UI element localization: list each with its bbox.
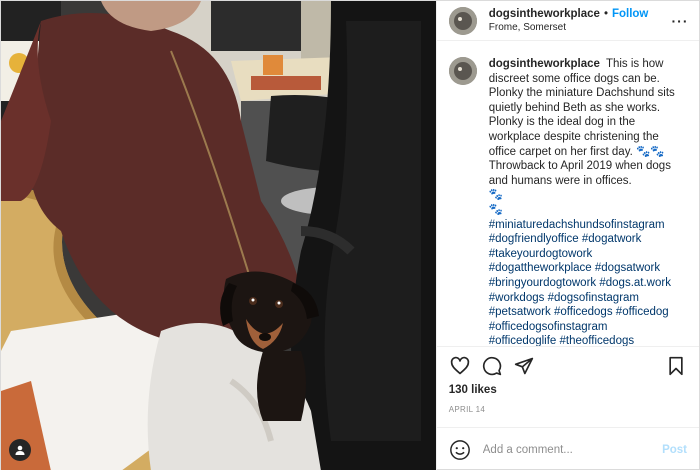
office-dog-photo xyxy=(1,1,436,470)
hashtag-link[interactable]: #miniaturedachshundsofinstagram xyxy=(489,219,665,231)
hashtag-list: #miniaturedachshundsofinstagram #dogfrie… xyxy=(489,219,671,346)
hashtag-link[interactable]: #bringyourdogtowork xyxy=(489,277,596,289)
hashtag-link[interactable]: #dogattheworkplace xyxy=(489,262,592,274)
hashtag-link[interactable]: #takeyourdogtowork xyxy=(489,248,593,260)
hashtag-link[interactable]: #officedog xyxy=(616,306,669,318)
hashtag-link[interactable]: #petsatwork xyxy=(489,306,551,318)
hashtag-link[interactable]: #dogsatwork xyxy=(595,262,660,274)
post-header: dogsintheworkplace • Follow Frome, Somer… xyxy=(436,1,699,41)
post-comment-button[interactable]: Post xyxy=(662,444,687,456)
post-side-panel: dogsintheworkplace • Follow Frome, Somer… xyxy=(435,1,699,470)
caption-text: This is how discreet some office dogs ca… xyxy=(488,58,675,216)
hashtag-link[interactable]: #officedogs xyxy=(554,306,613,318)
emoji-icon[interactable] xyxy=(449,439,471,461)
hashtag-link[interactable]: #officedoglife xyxy=(489,335,557,346)
header-text: dogsintheworkplace • Follow Frome, Somer… xyxy=(489,8,671,33)
hashtag-link[interactable]: #officedogsofinstagram xyxy=(489,321,608,333)
location-link[interactable]: Frome, Somerset xyxy=(489,22,671,33)
separator-dot: • xyxy=(603,8,608,20)
more-options-icon[interactable]: ··· xyxy=(671,13,689,29)
comment-input[interactable] xyxy=(482,443,663,456)
caption-avatar[interactable] xyxy=(448,57,477,85)
follow-button[interactable]: Follow xyxy=(612,8,648,20)
comments-area: dogsintheworkplace This is how discreet … xyxy=(437,41,699,346)
hashtag-link[interactable]: #theofficedogs xyxy=(560,335,635,346)
bookmark-icon[interactable] xyxy=(665,355,687,377)
comment-icon[interactable] xyxy=(481,355,503,377)
add-comment-bar: Post xyxy=(436,427,699,470)
username-link[interactable]: dogsintheworkplace xyxy=(489,8,600,20)
post-date[interactable]: APRIL 14 xyxy=(437,405,699,417)
avatar[interactable] xyxy=(448,6,477,35)
heart-icon[interactable] xyxy=(449,355,471,377)
hashtag-link[interactable]: #dogsofinstagram xyxy=(548,292,639,304)
likes-count[interactable]: 130 likes xyxy=(437,384,699,400)
instagram-post: dogsintheworkplace • Follow Frome, Somer… xyxy=(0,0,700,470)
user-tag-icon[interactable] xyxy=(9,439,31,461)
hashtag-link[interactable]: #dogfriendlyoffice xyxy=(489,233,579,245)
post-caption: dogsintheworkplace This is how discreet … xyxy=(489,57,687,346)
hashtag-link[interactable]: #dogatwork xyxy=(582,233,641,245)
action-bar xyxy=(436,346,699,384)
post-photo[interactable] xyxy=(1,1,436,470)
caption-username-link[interactable]: dogsintheworkplace xyxy=(489,58,600,70)
share-icon[interactable] xyxy=(513,355,535,377)
hashtag-link[interactable]: #dogs.at.work xyxy=(599,277,671,289)
hashtag-link[interactable]: #workdogs xyxy=(489,292,545,304)
